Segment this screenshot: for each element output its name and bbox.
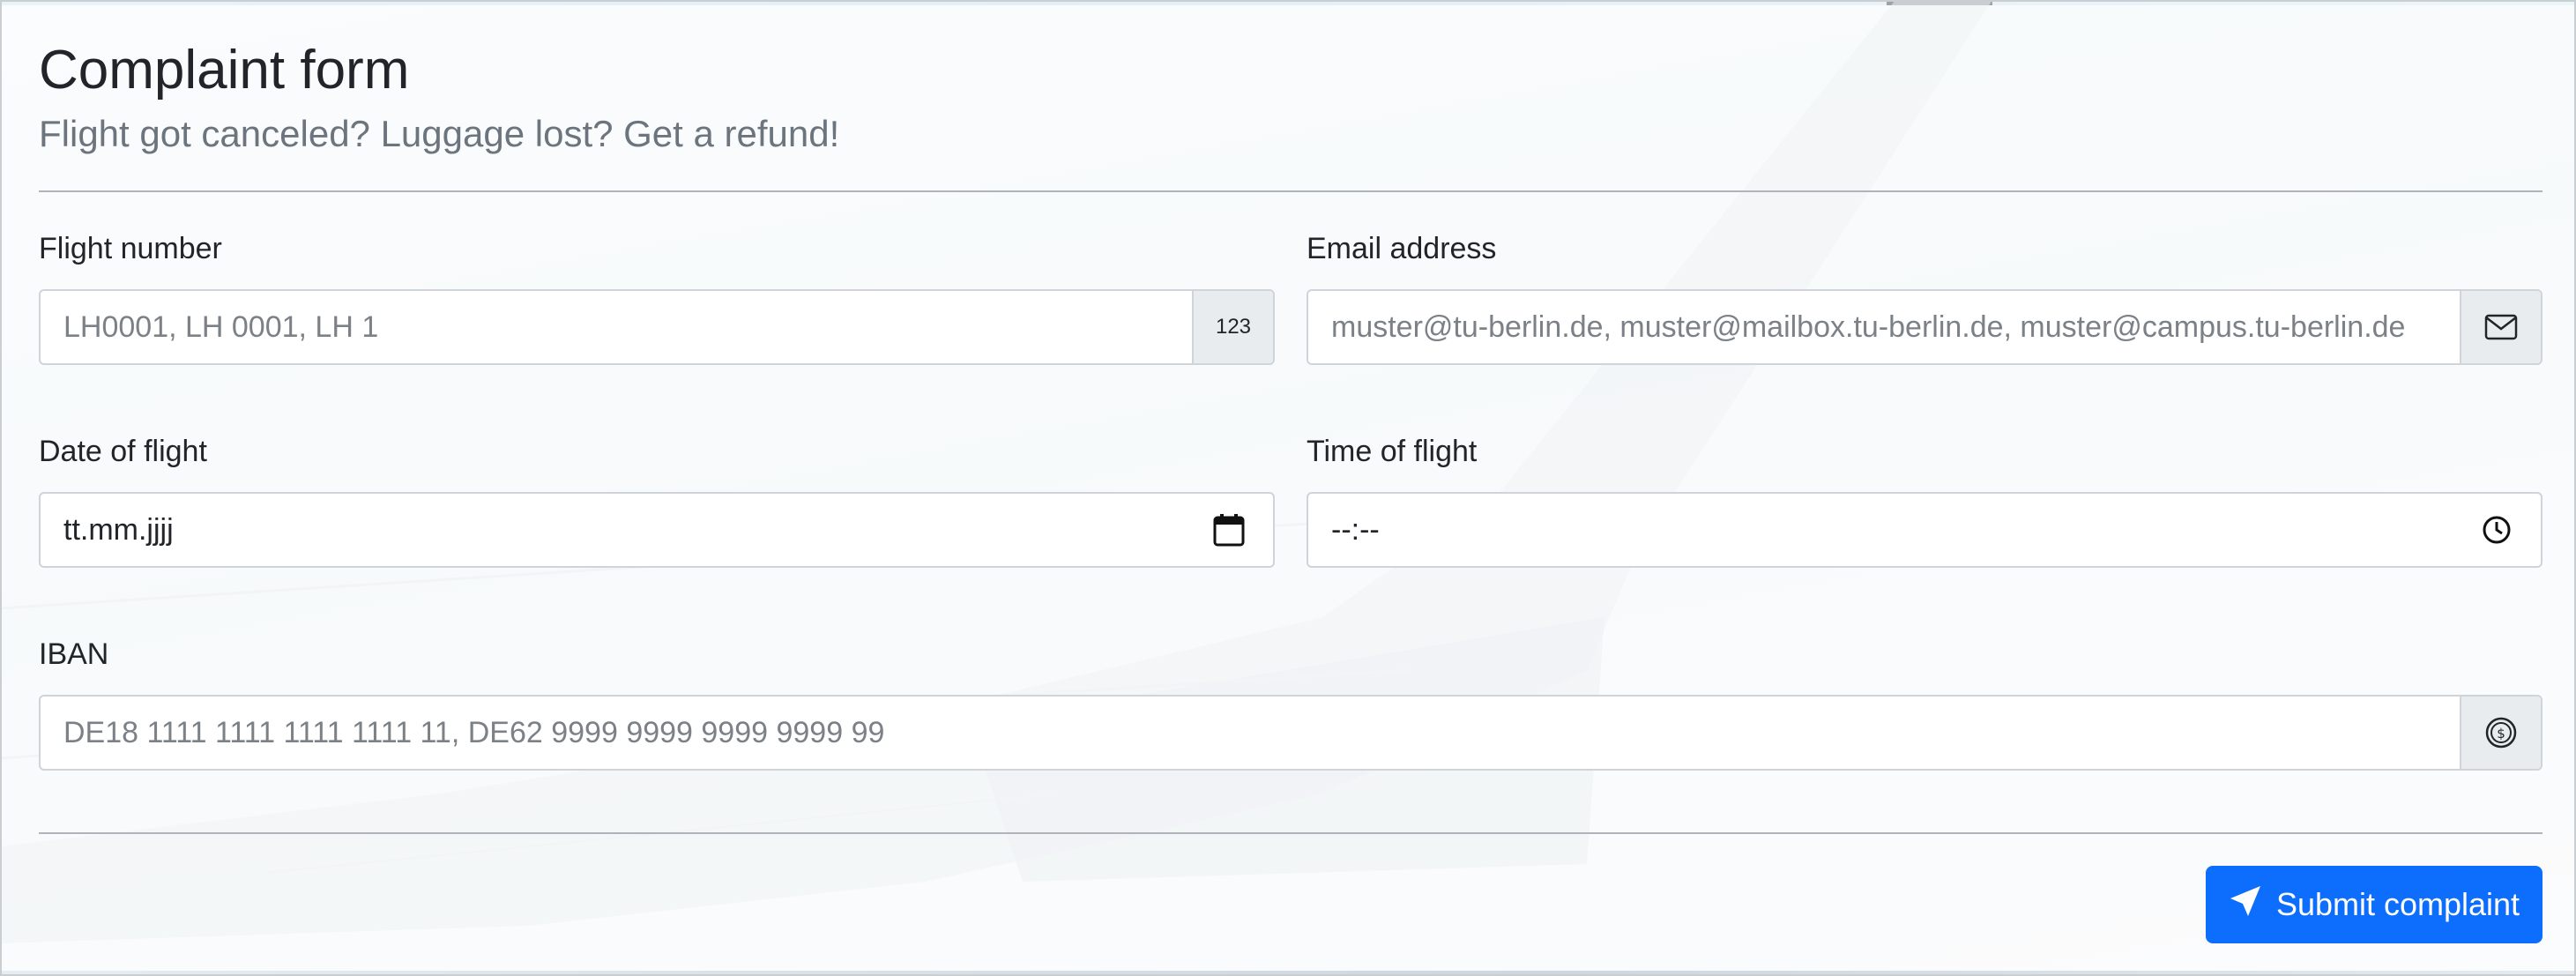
date-group	[39, 492, 1275, 568]
complaint-form-card: Complaint form Flight got canceled? Lugg…	[0, 0, 2576, 976]
submit-complaint-button[interactable]: Submit complaint	[2206, 866, 2542, 943]
time-group	[1307, 492, 2542, 568]
date-input[interactable]	[41, 494, 1185, 566]
submit-button-label: Submit complaint	[2275, 886, 2520, 922]
iban-input[interactable]	[41, 697, 2460, 769]
header-divider	[39, 190, 2542, 192]
flight-number-input[interactable]	[41, 291, 1192, 363]
calendar-icon[interactable]	[1185, 494, 1273, 566]
numeric-addon: 123	[1192, 291, 1273, 363]
svg-text:$: $	[2497, 726, 2505, 741]
form-subtitle: Flight got canceled? Luggage lost? Get a…	[39, 113, 840, 154]
flight-number-label: Flight number	[39, 232, 222, 265]
send-icon	[2229, 884, 2262, 926]
footer-divider	[39, 832, 2542, 834]
date-label: Date of flight	[39, 435, 207, 468]
email-input[interactable]	[1308, 291, 2460, 363]
form-title: Complaint form	[39, 40, 410, 101]
email-label: Email address	[1307, 232, 1497, 265]
coin-icon: $	[2460, 697, 2541, 769]
envelope-icon	[2460, 291, 2541, 363]
iban-label: IBAN	[39, 637, 109, 671]
time-label: Time of flight	[1307, 435, 1478, 468]
time-input[interactable]	[1308, 494, 2453, 566]
iban-group: $	[39, 695, 2542, 771]
flight-number-group: 123	[39, 289, 1275, 365]
email-group	[1307, 289, 2542, 365]
clock-icon[interactable]	[2453, 494, 2541, 566]
